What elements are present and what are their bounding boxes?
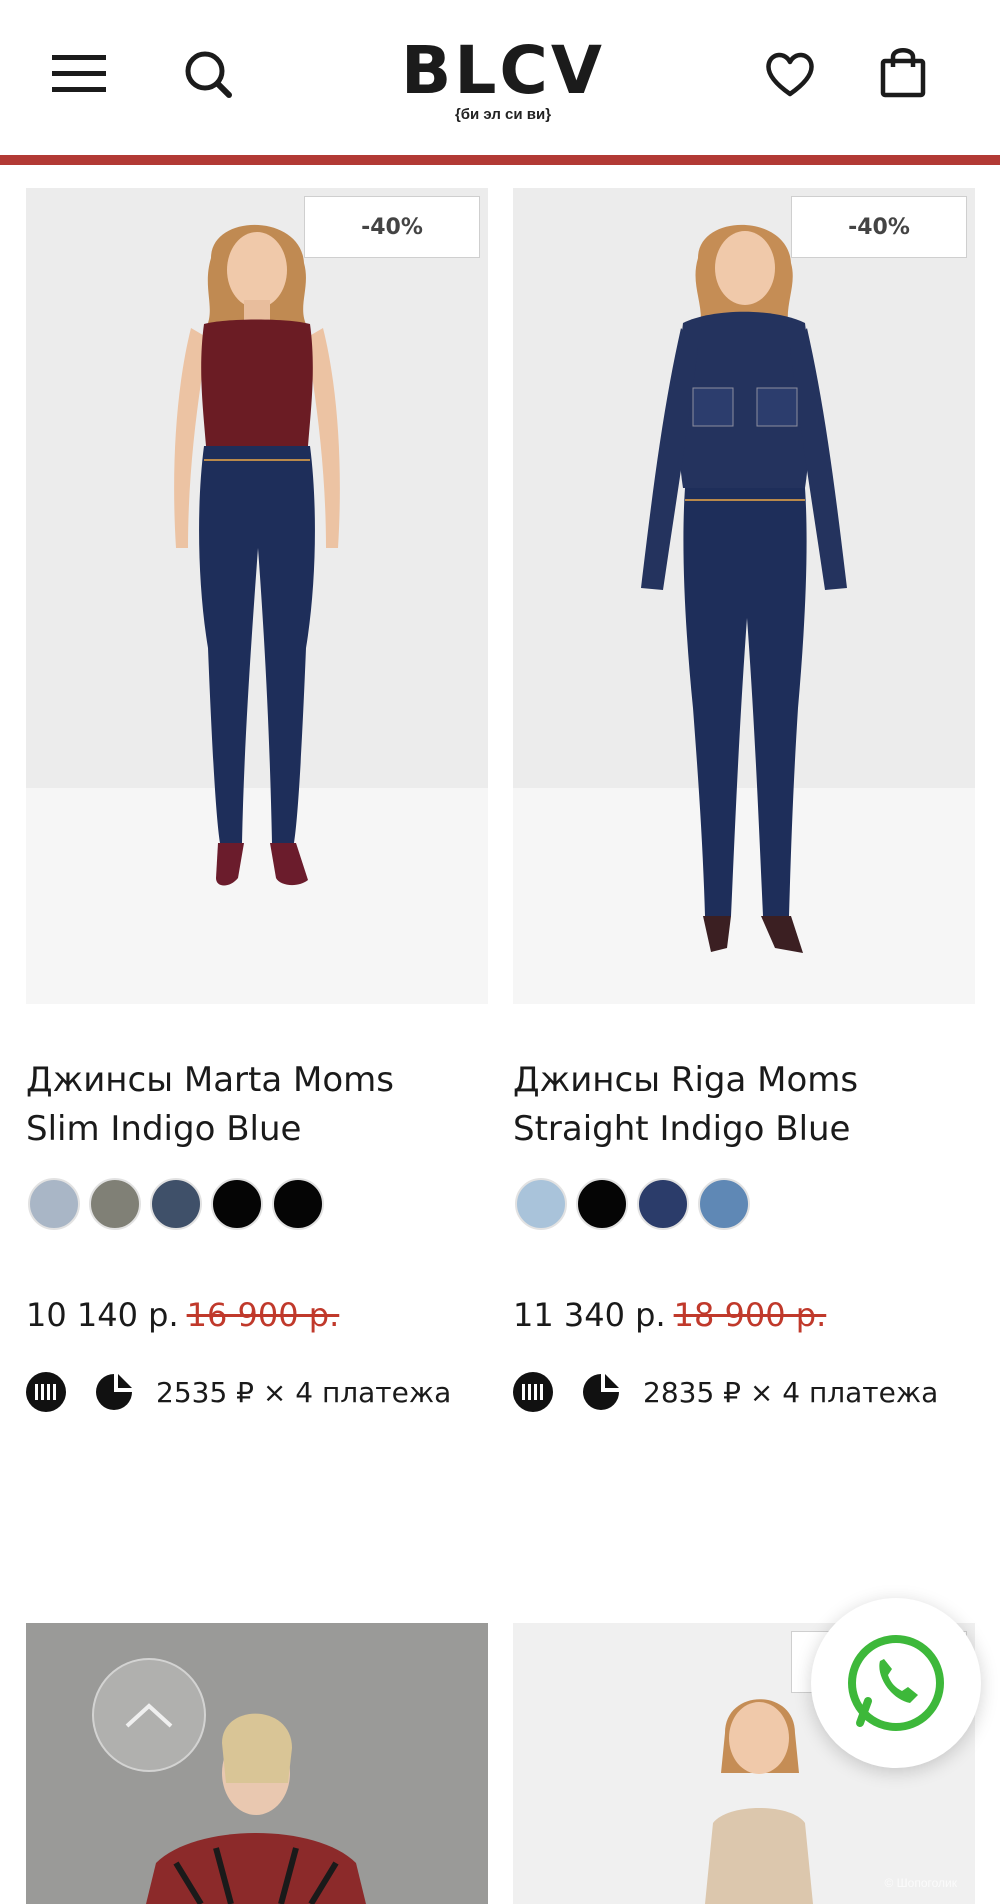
search-icon [185,51,232,98]
color-swatches [28,1178,324,1230]
discount-badge: -40% [791,196,967,258]
scroll-to-top-button[interactable] [92,1658,206,1772]
price-block: 10 140 р. 16 900 р. [26,1296,339,1334]
discount-badge: -40% [304,196,480,258]
product-photo[interactable]: -40% [26,188,488,1004]
header-accent-line [0,155,1000,165]
color-swatch[interactable] [698,1178,750,1230]
product-image [513,188,975,1004]
product-title[interactable]: Джинсы Riga Moms Straight Indigo Blue [513,1056,975,1154]
color-swatch[interactable] [576,1178,628,1230]
logo-subtitle: {би эл си ви} [454,106,552,123]
dolyami-icon [513,1372,553,1412]
installment-text: 2835 ₽ × 4 платежа [643,1375,939,1409]
search-button[interactable] [180,48,238,102]
product-image [26,1623,488,1904]
chevron-up-icon [125,1703,173,1728]
current-price: 11 340 р. [513,1296,666,1334]
bag-icon [880,48,926,98]
installment-row: 2835 ₽ × 4 платежа [513,1370,938,1414]
color-swatch[interactable] [211,1178,263,1230]
color-swatch[interactable] [515,1178,567,1230]
cart-button[interactable] [878,44,928,100]
current-price: 10 140 р. [26,1296,179,1334]
dolyami-icon [26,1372,66,1412]
watermark: © Шопоголик [884,1876,958,1890]
old-price: 16 900 р. [186,1296,340,1334]
color-swatch[interactable] [89,1178,141,1230]
product-photo[interactable]: -40% [513,188,975,1004]
color-swatch[interactable] [637,1178,689,1230]
product-title[interactable]: Джинсы Marta Moms Slim Indigo Blue [26,1056,488,1154]
installment-row: 2535 ₽ × 4 платежа [26,1370,451,1414]
heart-icon [766,52,814,97]
product-photo[interactable] [26,1623,488,1904]
whatsapp-icon [848,1635,944,1731]
logo-mark: BLCV [401,32,605,109]
site-header: BLCV {би эл си ви} [0,0,1000,165]
old-price: 18 900 р. [673,1296,827,1334]
color-swatch[interactable] [272,1178,324,1230]
logo[interactable]: BLCV {би эл си ви} [350,32,656,124]
whatsapp-button[interactable] [811,1598,981,1768]
color-swatch[interactable] [150,1178,202,1230]
price-block: 11 340 р. 18 900 р. [513,1296,826,1334]
wishlist-button[interactable] [762,48,818,100]
menu-button[interactable] [48,48,110,98]
product-image [26,188,488,1004]
menu-icon [52,55,106,92]
split-payment-icon [579,1370,623,1414]
split-payment-icon [92,1370,136,1414]
color-swatch[interactable] [28,1178,80,1230]
installment-text: 2535 ₽ × 4 платежа [156,1375,452,1409]
color-swatches [515,1178,750,1230]
